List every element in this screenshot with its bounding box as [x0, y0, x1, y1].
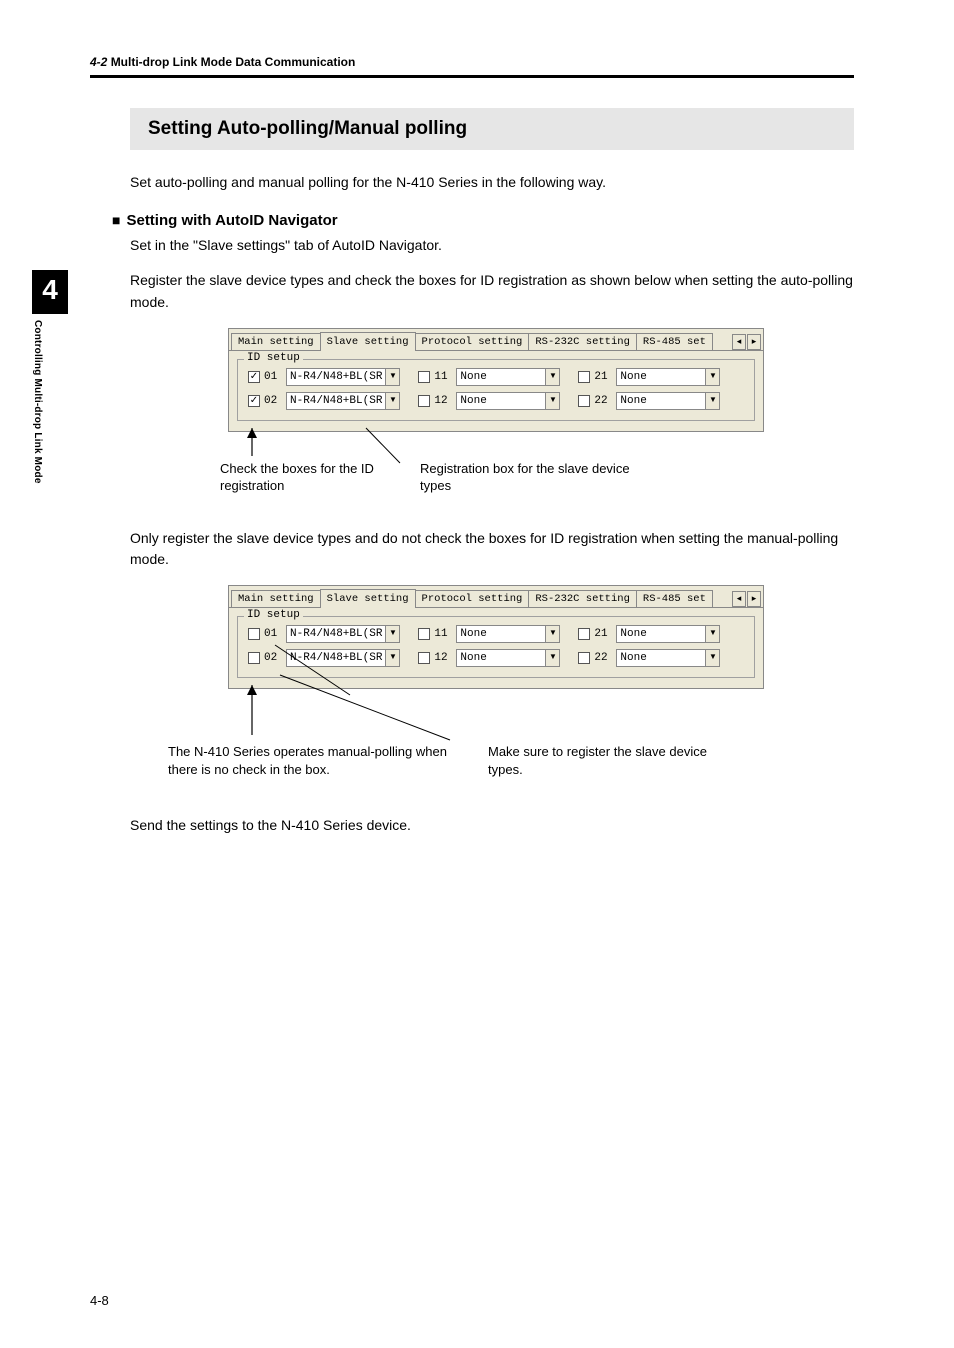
- page-number: 4-8: [90, 1293, 109, 1308]
- mid-paragraph: Only register the slave device types and…: [130, 528, 854, 571]
- figure-auto-polling: Main setting Slave setting Protocol sett…: [130, 328, 810, 528]
- chapter-vertical-title: Controlling Multi-drop Link Mode: [32, 320, 43, 540]
- sub-text-2: Register the slave device types and chec…: [130, 270, 854, 313]
- subsection-heading-text: Setting with AutoID Navigator: [126, 212, 337, 229]
- figure-caption-right: Registration box for the slave device ty…: [420, 460, 660, 495]
- figure-caption-left: Check the boxes for the ID registration: [220, 460, 390, 495]
- figure-caption-left: The N-410 Series operates manual-polling…: [168, 743, 468, 778]
- annotation-lines: [130, 328, 810, 528]
- running-header: 4-2 Multi-drop Link Mode Data Communicat…: [90, 55, 854, 69]
- square-bullet-icon: ■: [112, 212, 120, 228]
- figure-caption-right: Make sure to register the slave device t…: [488, 743, 738, 778]
- intro-text: Set auto-polling and manual polling for …: [130, 172, 854, 194]
- figure-manual-polling: Main setting Slave setting Protocol sett…: [130, 585, 810, 805]
- sub-text-1: Set in the "Slave settings" tab of AutoI…: [130, 235, 854, 257]
- outro-text: Send the settings to the N-410 Series de…: [130, 815, 854, 837]
- chapter-number: 4: [32, 270, 68, 314]
- page-title: Setting Auto-polling/Manual polling: [130, 108, 854, 150]
- subsection-heading: ■ Setting with AutoID Navigator: [112, 212, 854, 229]
- chapter-tab: 4 Controlling Multi-drop Link Mode: [32, 270, 68, 540]
- section-title: Multi-drop Link Mode Data Communication: [111, 55, 356, 69]
- header-rule: [90, 75, 854, 78]
- section-number: 4-2: [90, 55, 107, 69]
